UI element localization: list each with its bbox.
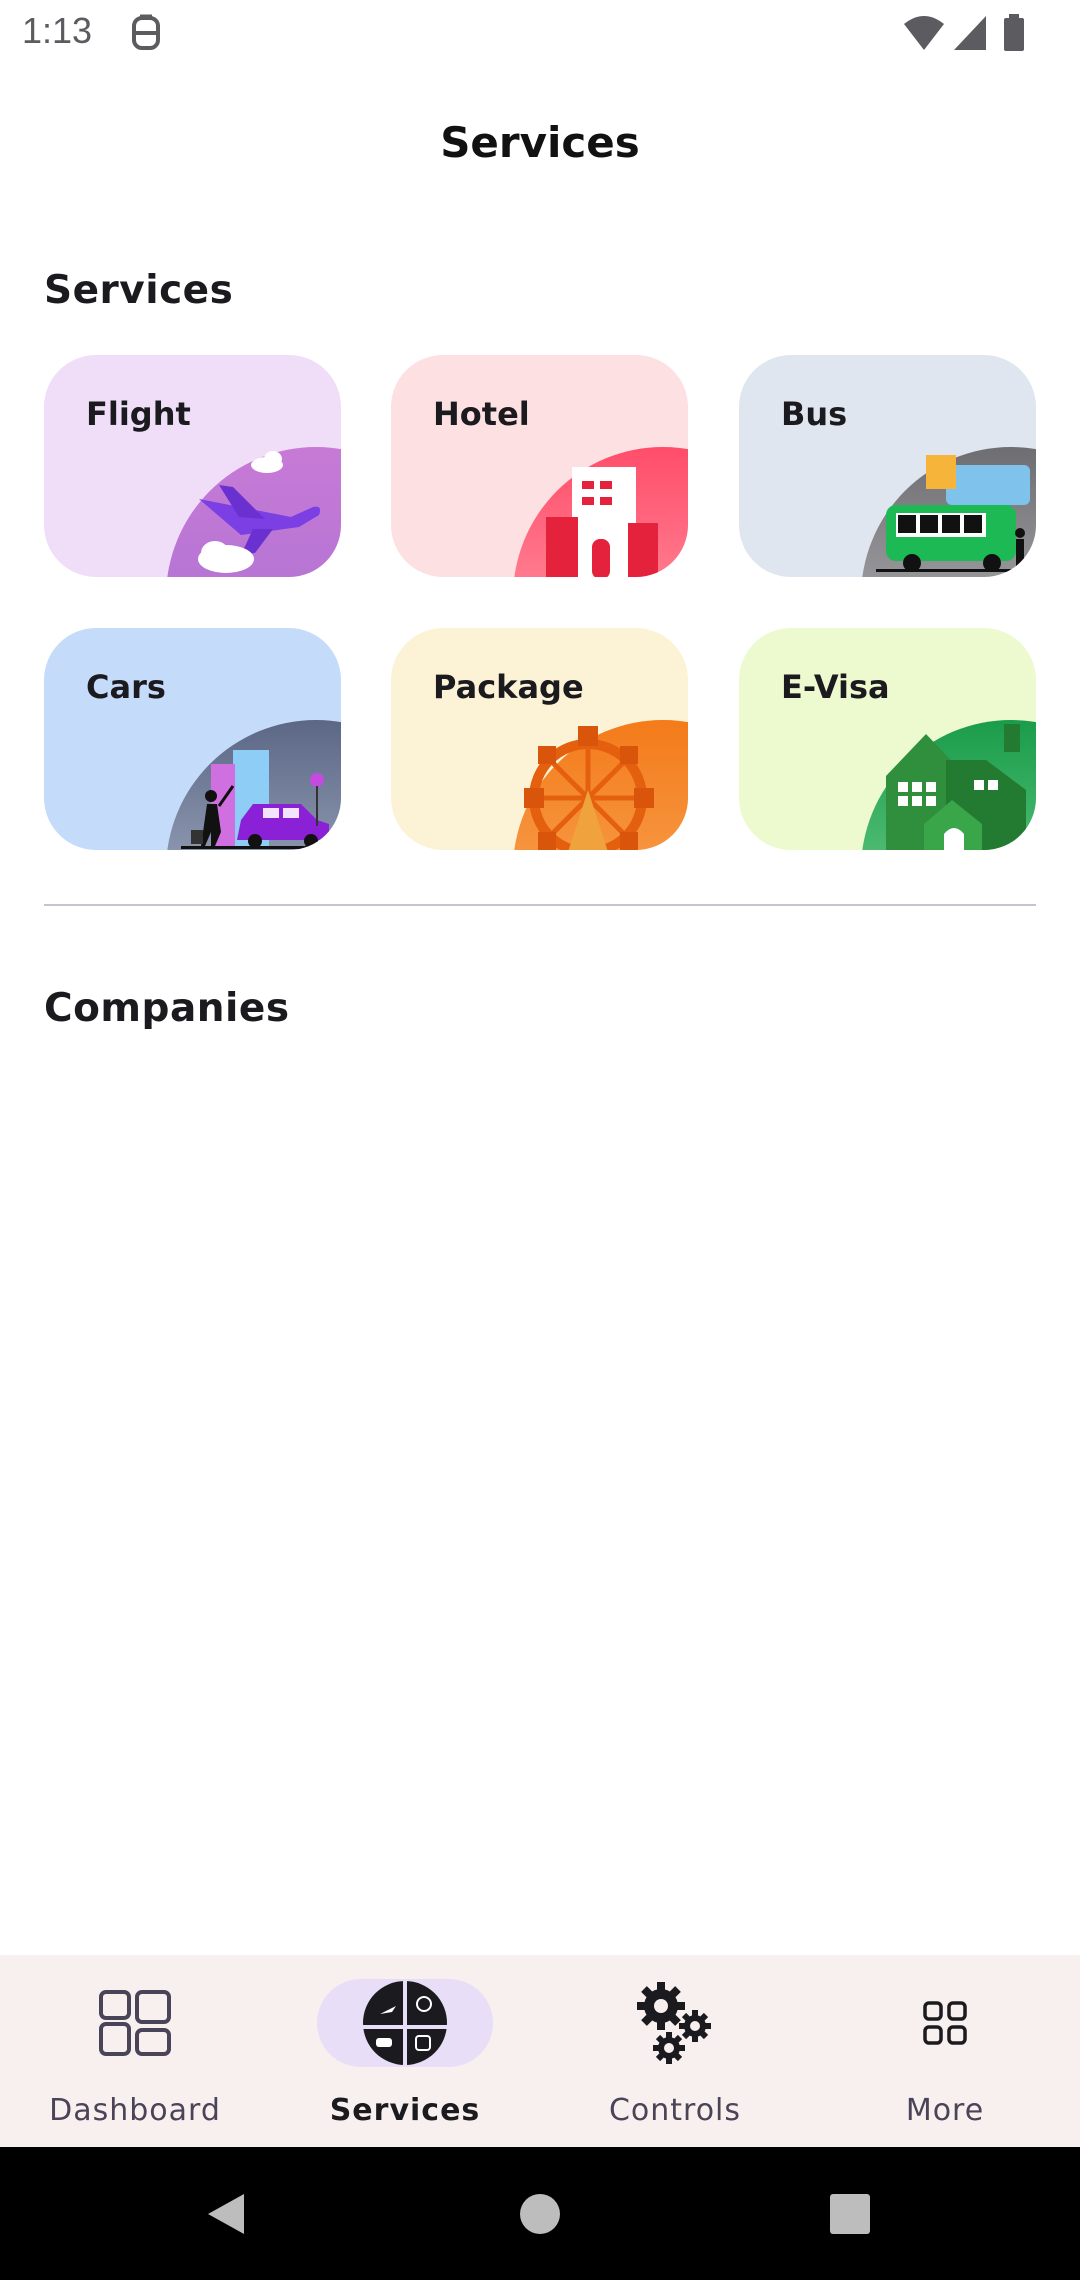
gears-icon [637,1982,711,2064]
status-icons [902,14,1042,52]
status-bar: 1:13 [0,0,1080,66]
service-card-bus[interactable]: Bus [739,355,1036,577]
services-section-title: Services [44,268,234,313]
page-title: Services [440,118,640,167]
service-card-flight[interactable]: Flight [44,355,341,577]
airplane-icon [141,447,341,577]
hotel-building-icon [488,447,688,577]
status-time: 1:13 [22,10,93,51]
service-card-evisa[interactable]: E-Visa [739,628,1036,850]
nav-item-controls[interactable]: Controls [540,1955,810,2147]
service-card-label: Bus [781,395,848,433]
services-pie-icon [363,1981,447,2065]
service-card-label: Cars [86,668,166,706]
nav-icon-container [587,1979,763,2067]
wifi-icon [904,16,944,50]
nav-label: Services [329,2093,481,2128]
back-icon[interactable] [206,2192,246,2236]
bottom-navigation: Dashboard Services Controls More [0,1955,1080,2147]
nav-item-dashboard[interactable]: Dashboard [0,1955,270,2147]
nav-icon-container [47,1979,223,2067]
bus-icon [836,447,1036,577]
service-card-cars[interactable]: Cars [44,628,341,850]
nav-label: Controls [608,2093,742,2128]
service-card-label: E-Visa [781,668,890,706]
home-icon[interactable] [519,2193,561,2235]
section-divider [44,904,1036,906]
recents-icon[interactable] [829,2193,871,2235]
companies-section-title: Companies [44,986,290,1031]
ferris-wheel-icon [488,720,688,850]
system-navigation-bar [0,2147,1080,2280]
battery-icon [1004,14,1024,51]
dashboard-grid-icon [99,1990,171,2056]
service-card-label: Hotel [433,395,530,433]
house-icon [836,720,1036,850]
taxi-car-icon [141,720,341,850]
nav-label: Dashboard [49,2093,221,2128]
service-card-package[interactable]: Package [391,628,688,850]
apps-grid-icon [923,2001,967,2045]
nav-item-services[interactable]: Services [270,1955,540,2147]
signal-icon [954,16,986,50]
nav-icon-container-active [317,1979,493,2067]
app-notification-icon [130,14,162,52]
nav-label: More [905,2093,985,2128]
nav-icon-container [857,1979,1033,2067]
service-card-label: Package [433,668,584,706]
service-card-hotel[interactable]: Hotel [391,355,688,577]
nav-item-more[interactable]: More [810,1955,1080,2147]
service-card-label: Flight [86,395,191,433]
